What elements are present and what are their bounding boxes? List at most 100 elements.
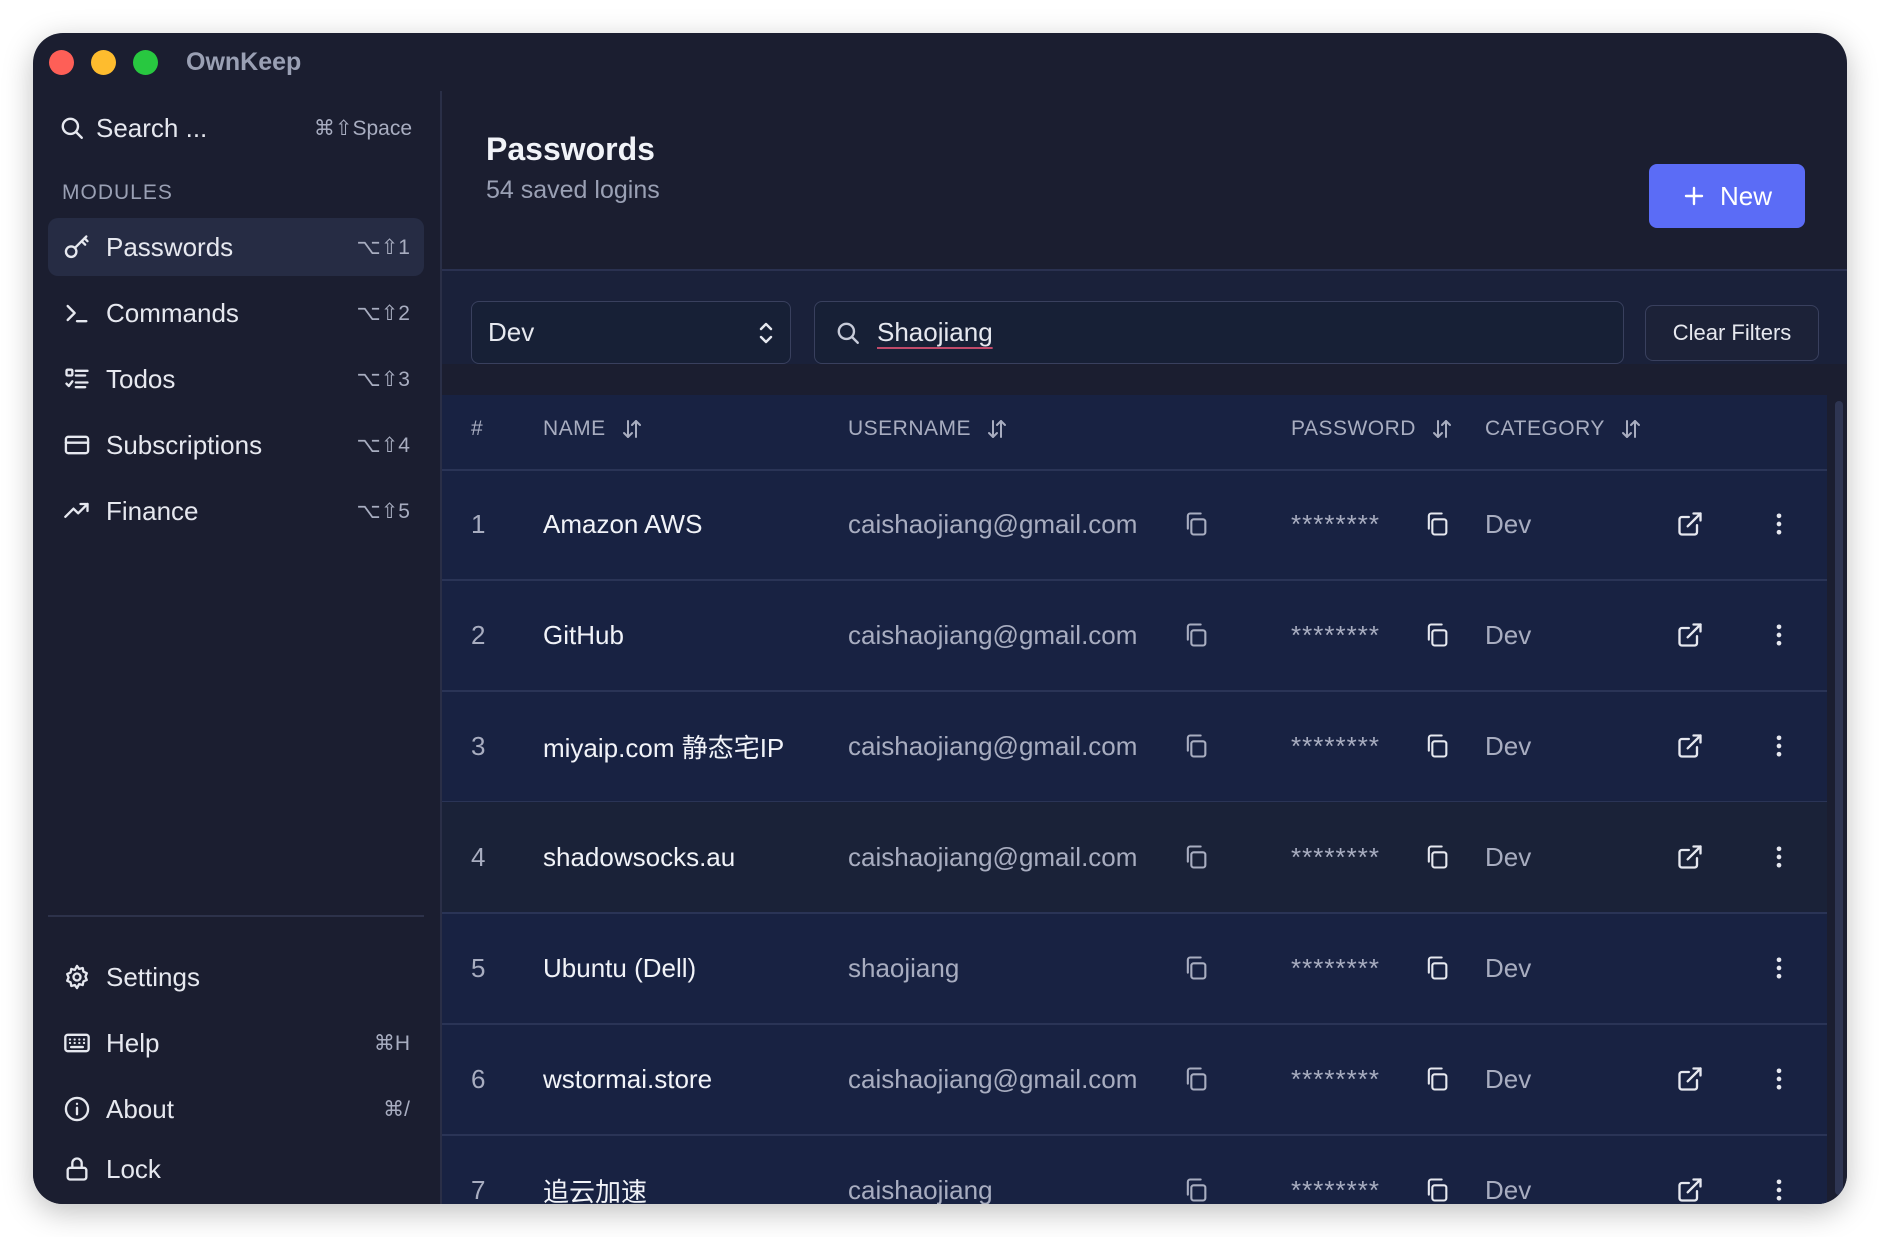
page-subtitle: 54 saved logins [486, 176, 660, 204]
table-row[interactable]: 1 Amazon AWS caishaojiang@gmail.com *******… [442, 469, 1827, 581]
row-name: GitHub [543, 619, 624, 650]
open-link-icon[interactable] [1676, 691, 1704, 801]
row-password: ******** [1291, 952, 1380, 983]
open-link-icon[interactable] [1676, 580, 1704, 690]
copy-username-icon[interactable] [1182, 469, 1210, 579]
column-header-username[interactable]: USERNAME [848, 417, 1009, 441]
copy-username-icon[interactable] [1182, 1135, 1210, 1204]
copy-password-icon[interactable] [1423, 1024, 1451, 1134]
sidebar-item-shortcut: ⌥⇧3 [356, 367, 410, 391]
open-link-icon[interactable] [1676, 469, 1704, 579]
column-header-num: # [471, 417, 483, 441]
column-header-label: USERNAME [848, 417, 972, 440]
row-number: 1 [471, 508, 486, 539]
table-row[interactable]: 5 Ubuntu (Dell) shaojiang ******** Dev [442, 913, 1827, 1025]
sidebar-item-commands[interactable]: Commands ⌥⇧2 [48, 284, 424, 342]
plus-icon [1682, 184, 1706, 208]
sidebar-search-label: Search ... [96, 112, 208, 143]
row-password: ******** [1291, 841, 1380, 872]
open-link-icon[interactable] [1676, 802, 1704, 912]
sort-icon[interactable] [1430, 417, 1454, 441]
sidebar-item-label: Settings [106, 961, 200, 992]
trending-up-icon [48, 497, 106, 525]
copy-password-icon[interactable] [1423, 469, 1451, 579]
sort-icon[interactable] [620, 417, 644, 441]
open-link-icon[interactable] [1676, 1135, 1704, 1204]
sidebar-item-todos[interactable]: Todos ⌥⇧3 [48, 350, 424, 408]
zoom-window-button[interactable] [133, 50, 158, 75]
copy-username-icon[interactable] [1182, 580, 1210, 690]
row-number: 6 [471, 1063, 486, 1094]
new-password-button[interactable]: New [1649, 164, 1805, 228]
table-row[interactable]: 7 追云加速 caishaojiang ******** Dev [442, 1135, 1827, 1204]
search-icon [835, 320, 861, 346]
sidebar-item-passwords[interactable]: Passwords ⌥⇧1 [48, 218, 424, 276]
sidebar-search-shortcut: ⌘⇧Space [313, 116, 412, 140]
copy-password-icon[interactable] [1423, 580, 1451, 690]
row-name: 追云加速 [543, 1176, 648, 1205]
more-options-icon[interactable] [1765, 1024, 1793, 1134]
sidebar-item-help[interactable]: Help ⌘H [48, 1014, 424, 1072]
more-options-icon[interactable] [1765, 469, 1793, 579]
info-icon [48, 1095, 106, 1123]
column-header-name[interactable]: NAME [543, 417, 644, 441]
search-icon [48, 115, 96, 141]
sidebar-search[interactable]: Search ... ⌘⇧Space [48, 103, 428, 153]
password-search-input[interactable]: Shaojiang [814, 301, 1624, 364]
row-number: 7 [471, 1174, 486, 1205]
more-options-icon[interactable] [1765, 1135, 1793, 1204]
row-password: ******** [1291, 1063, 1380, 1094]
more-options-icon[interactable] [1765, 580, 1793, 690]
row-name: miyaip.com 静态宅IP [543, 732, 785, 763]
sidebar-item-subscriptions[interactable]: Subscriptions ⌥⇧4 [48, 416, 424, 474]
row-category: Dev [1485, 730, 1532, 761]
app-window: OwnKeep Search ... ⌘⇧Space MODULES Passw… [33, 33, 1847, 1204]
app-title: OwnKeep [186, 48, 302, 76]
category-select[interactable]: Dev [471, 301, 791, 364]
sidebar-item-settings[interactable]: Settings [48, 948, 424, 1006]
table-row[interactable]: 3 miyaip.com 静态宅IP caishaojiang@gmail.com *… [442, 691, 1827, 803]
sidebar-item-label: Finance [106, 495, 199, 526]
sidebar-item-finance[interactable]: Finance ⌥⇧5 [48, 482, 424, 540]
table-scrollbar[interactable] [1835, 401, 1843, 1195]
row-category: Dev [1485, 508, 1532, 539]
row-number: 5 [471, 952, 486, 983]
row-number: 2 [471, 619, 486, 650]
sort-icon[interactable] [1619, 417, 1643, 441]
column-header-category[interactable]: CATEGORY [1485, 417, 1643, 441]
table-row[interactable]: 6 wstormai.store caishaojiang@gmail.com ***… [442, 1024, 1827, 1136]
minimize-window-button[interactable] [91, 50, 116, 75]
copy-password-icon[interactable] [1423, 691, 1451, 801]
copy-password-icon[interactable] [1423, 1135, 1451, 1204]
copy-password-icon[interactable] [1423, 913, 1451, 1023]
copy-password-icon[interactable] [1423, 802, 1451, 912]
copy-username-icon[interactable] [1182, 802, 1210, 912]
row-category: Dev [1485, 1174, 1532, 1205]
sidebar-item-lock[interactable]: Lock [48, 1146, 424, 1192]
title-bar: OwnKeep [33, 33, 1847, 91]
sidebar-item-label: About [106, 1093, 174, 1124]
table-row[interactable]: 4 shadowsocks.au caishaojiang@gmail.com ***… [442, 802, 1827, 914]
more-options-icon[interactable] [1765, 691, 1793, 801]
clear-filters-button[interactable]: Clear Filters [1645, 305, 1819, 361]
more-options-icon[interactable] [1765, 913, 1793, 1023]
row-username: caishaojiang@gmail.com [848, 841, 1138, 872]
sidebar-item-shortcut: ⌘H [373, 1031, 410, 1055]
lock-icon [48, 1155, 106, 1183]
sidebar-item-about[interactable]: About ⌘/ [48, 1080, 424, 1138]
sort-icon[interactable] [985, 417, 1009, 441]
copy-username-icon[interactable] [1182, 691, 1210, 801]
terminal-icon [48, 299, 106, 327]
column-header-label: NAME [543, 417, 606, 440]
row-name: shadowsocks.au [543, 841, 736, 872]
row-username: caishaojiang@gmail.com [848, 730, 1138, 761]
open-link-icon[interactable] [1676, 1024, 1704, 1134]
copy-username-icon[interactable] [1182, 913, 1210, 1023]
row-name: Ubuntu (Dell) [543, 952, 697, 983]
table-row[interactable]: 2 GitHub caishaojiang@gmail.com ******** Dev [442, 580, 1827, 692]
more-options-icon[interactable] [1765, 802, 1793, 912]
row-username: shaojiang [848, 952, 960, 983]
column-header-password[interactable]: PASSWORD [1291, 417, 1454, 441]
close-window-button[interactable] [49, 50, 74, 75]
copy-username-icon[interactable] [1182, 1024, 1210, 1134]
